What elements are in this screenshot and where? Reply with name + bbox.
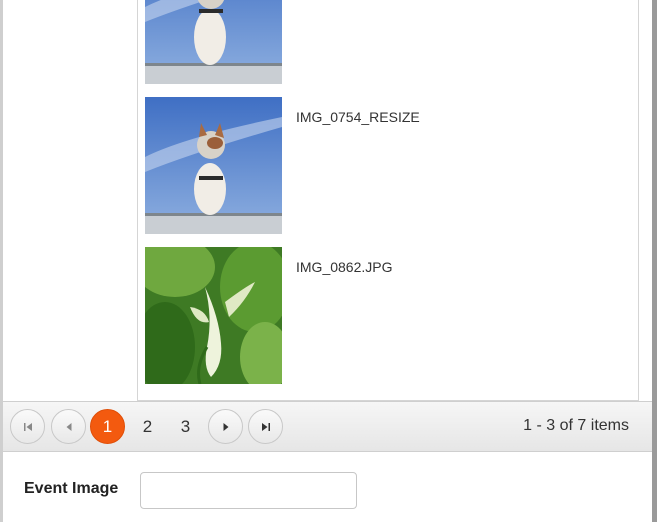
filename-label: IMG_0754_RESIZED.JPG: [296, 109, 420, 125]
page-3-button[interactable]: 3: [168, 409, 203, 444]
last-page-button[interactable]: [248, 409, 283, 444]
window-right-border: [652, 0, 657, 522]
list-item[interactable]: [145, 0, 625, 84]
list-item[interactable]: IMG_0862.JPG: [145, 247, 625, 384]
last-page-icon: [261, 422, 270, 431]
event-image-input[interactable]: [140, 472, 357, 509]
first-page-button[interactable]: [10, 409, 45, 444]
pager-info: 1 - 3 of 7 items: [523, 417, 629, 434]
flower-icon[interactable]: [145, 247, 282, 384]
event-image-label: Event Image: [24, 480, 119, 497]
prev-page-icon: [66, 422, 71, 431]
first-page-icon: [23, 422, 32, 431]
page-1-button[interactable]: 1: [90, 409, 125, 444]
next-page-icon: [223, 422, 228, 431]
page-2-button[interactable]: 2: [130, 409, 165, 444]
cat-icon[interactable]: [145, 97, 282, 234]
pager: 1 2 3 1 - 3 of 7 items: [3, 401, 652, 452]
filename-label: IMG_0862.JPG: [296, 259, 393, 275]
next-page-button[interactable]: [208, 409, 243, 444]
cat-icon[interactable]: [145, 0, 282, 84]
image-list[interactable]: IMG_0754_RESIZED.JPG IMG_0862.JPG: [137, 0, 639, 401]
prev-page-button[interactable]: [51, 409, 86, 444]
list-item[interactable]: IMG_0754_RESIZED.JPG: [145, 97, 625, 234]
